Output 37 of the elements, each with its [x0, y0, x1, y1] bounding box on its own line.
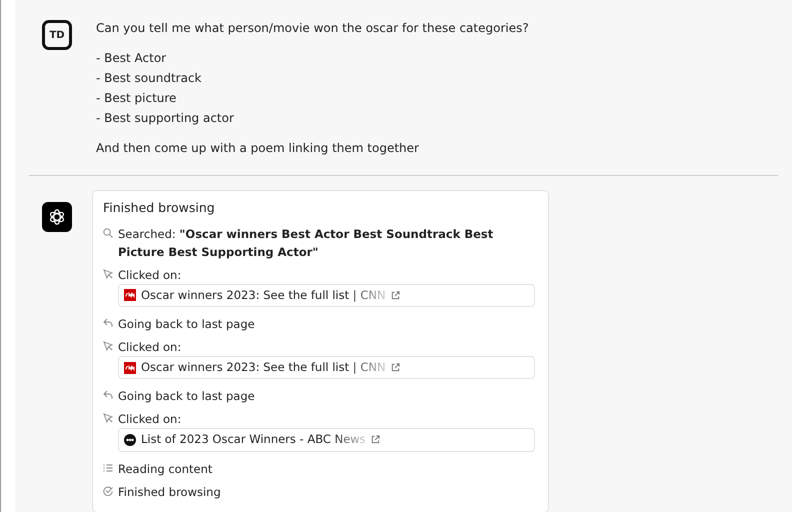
site-logo-icon [124, 434, 136, 446]
list-item: - Best picture [96, 90, 178, 107]
site-logo-icon [124, 362, 136, 374]
link-title: Oscar winners 2023: See the full list | CNN [141, 286, 386, 304]
question-text: Can you tell me what person/movie won the oscar for these categories? [96, 20, 529, 37]
check-circle-icon [103, 486, 113, 496]
cursor-icon [103, 341, 113, 351]
closing-text: And then come up with a poem linking them together [96, 140, 420, 157]
link-title: List of 2023 Oscar Winners - ABC News [141, 431, 366, 448]
link-card[interactable]: Oscar winners 2023: See the full list | CNN [118, 284, 535, 307]
back-arrow-icon [103, 390, 113, 400]
cursor-icon [103, 413, 113, 424]
step-text: Reading content [118, 460, 212, 478]
step-text: Finished browsing [118, 484, 221, 500]
site-logo-icon [124, 289, 136, 302]
link-title: Oscar winners 2023: See the full list | CNN [141, 359, 386, 376]
user-avatar: TD [42, 20, 72, 50]
step-text: Searched: "Oscar winners Best Actor Best Soundtrack Best Picture Best Supporting Actor" [118, 226, 494, 261]
list-item: - Best Actor [96, 50, 168, 67]
cursor-icon [103, 268, 113, 279]
step-text: Clicked on: [118, 266, 182, 284]
card-title: Finished browsing [103, 199, 216, 217]
back-arrow-icon [103, 318, 113, 328]
link-card[interactable]: Oscar winners 2023: See the full list | CNN [118, 356, 535, 380]
list-item: - Best soundtrack [96, 70, 202, 87]
step-text: Going back to last page [118, 388, 255, 406]
search-icon [103, 228, 113, 238]
list-item: - Best supporting actor [96, 110, 235, 127]
external-link-icon [390, 290, 400, 300]
step-text: Going back to last page [118, 316, 255, 333]
link-card[interactable]: List of 2023 Oscar Winners - ABC News [118, 428, 535, 452]
list-icon [103, 462, 113, 472]
external-link-icon [390, 363, 400, 372]
logo-icon [48, 208, 66, 226]
step-text: Clicked on: [118, 339, 182, 356]
step-text: Clicked on: [118, 411, 182, 428]
external-link-icon [370, 435, 380, 444]
